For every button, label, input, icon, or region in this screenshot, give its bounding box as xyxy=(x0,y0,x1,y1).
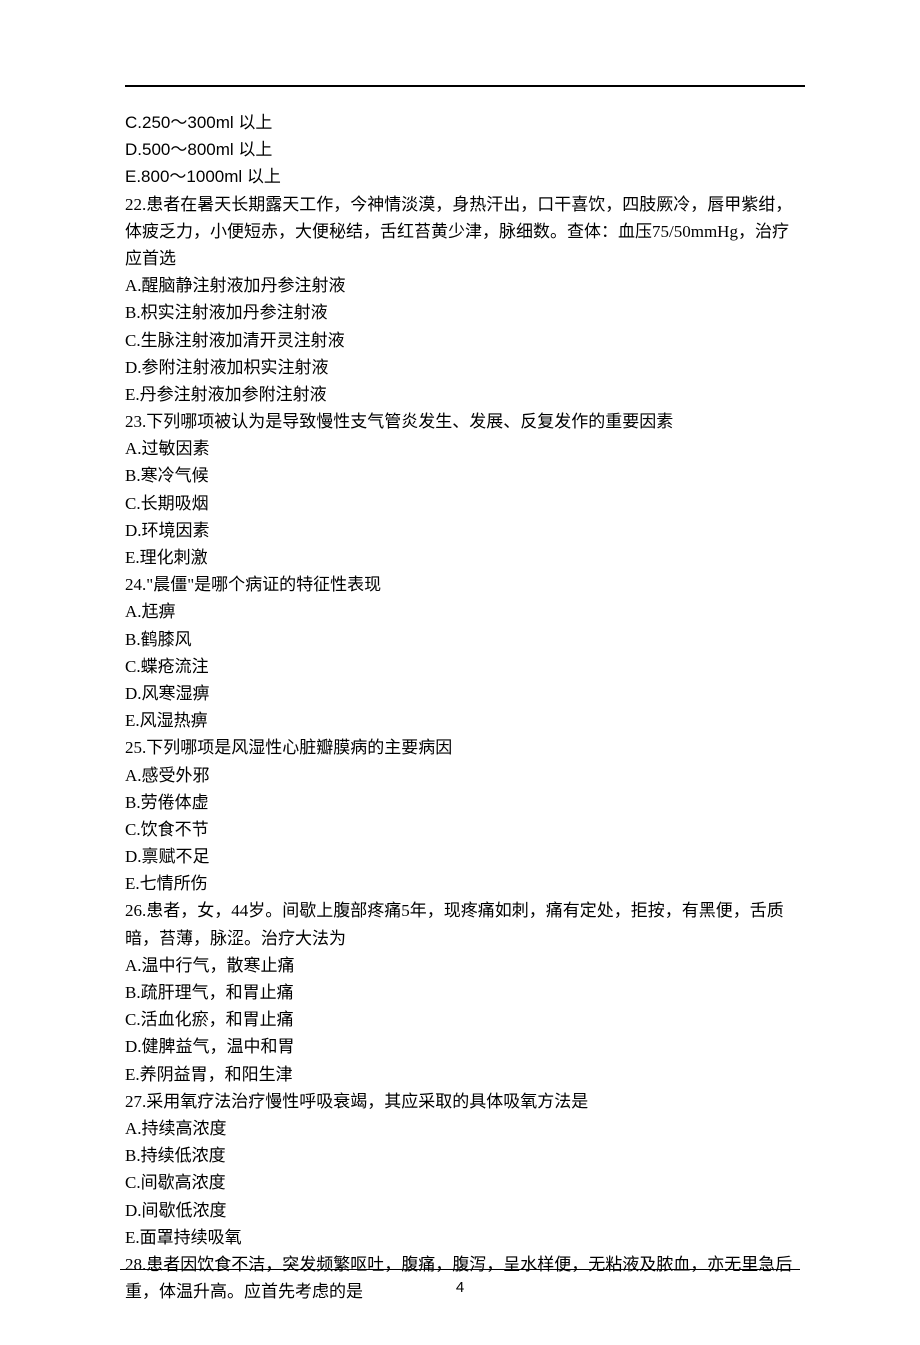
option-line: C.长期吸烟 xyxy=(125,490,805,517)
option-line: D.500～800ml 以上 xyxy=(125,136,805,163)
option-line: E.养阴益胃，和阳生津 xyxy=(125,1061,805,1088)
option-line: B.持续低浓度 xyxy=(125,1142,805,1169)
option-line: C.蝶疮流注 xyxy=(125,653,805,680)
question-stem: 22.患者在暑天长期露天工作，今神情淡漠，身热汗出，口干喜饮，四肢厥冷，唇甲紫绀… xyxy=(125,191,805,273)
question-stem: 27.采用氧疗法治疗慢性呼吸衰竭，其应采取的具体吸氧方法是 xyxy=(125,1088,805,1115)
option-line: A.醒脑静注射液加丹参注射液 xyxy=(125,272,805,299)
option-line: E.理化刺激 xyxy=(125,544,805,571)
option-line: E.丹参注射液加参附注射液 xyxy=(125,381,805,408)
option-line: B.疏肝理气，和胃止痛 xyxy=(125,979,805,1006)
option-line: A.温中行气，散寒止痛 xyxy=(125,952,805,979)
option-line: D.间歇低浓度 xyxy=(125,1197,805,1224)
content-block: C.250～300ml 以上 D.500～800ml 以上 E.800～1000… xyxy=(125,109,805,1305)
option-line: D.禀赋不足 xyxy=(125,843,805,870)
option-line: A.感受外邪 xyxy=(125,762,805,789)
question-stem: 26.患者，女，44岁。间歇上腹部疼痛5年，现疼痛如刺，痛有定处，拒按，有黑便，… xyxy=(125,897,805,951)
option-line: C.250～300ml 以上 xyxy=(125,109,805,136)
top-horizontal-rule xyxy=(125,85,805,87)
option-line: C.饮食不节 xyxy=(125,816,805,843)
option-line: B.鹤膝风 xyxy=(125,626,805,653)
page-footer: 4 xyxy=(0,1269,920,1300)
option-line: E.面罩持续吸氧 xyxy=(125,1224,805,1251)
option-label: E.800～1000ml 以上 xyxy=(125,167,281,186)
option-line: B.枳实注射液加丹参注射液 xyxy=(125,299,805,326)
page-container: C.250～300ml 以上 D.500～800ml 以上 E.800～1000… xyxy=(0,0,920,1345)
option-line: A.尪痹 xyxy=(125,598,805,625)
bottom-horizontal-rule xyxy=(120,1269,800,1270)
option-line: A.持续高浓度 xyxy=(125,1115,805,1142)
option-label: C.250～300ml 以上 xyxy=(125,113,272,132)
question-stem: 24."晨僵"是哪个病证的特征性表现 xyxy=(125,571,805,598)
option-line: D.健脾益气，温中和胃 xyxy=(125,1033,805,1060)
option-line: E.七情所伤 xyxy=(125,870,805,897)
option-line: B.寒冷气候 xyxy=(125,462,805,489)
option-line: A.过敏因素 xyxy=(125,435,805,462)
page-number: 4 xyxy=(0,1276,920,1300)
option-line: C.生脉注射液加清开灵注射液 xyxy=(125,327,805,354)
option-line: E.800～1000ml 以上 xyxy=(125,163,805,190)
option-line: C.间歇高浓度 xyxy=(125,1169,805,1196)
option-label: D.500～800ml 以上 xyxy=(125,140,272,159)
question-stem: 25.下列哪项是风湿性心脏瓣膜病的主要病因 xyxy=(125,734,805,761)
option-line: D.参附注射液加枳实注射液 xyxy=(125,354,805,381)
option-line: D.环境因素 xyxy=(125,517,805,544)
option-line: C.活血化瘀，和胃止痛 xyxy=(125,1006,805,1033)
option-line: D.风寒湿痹 xyxy=(125,680,805,707)
question-stem: 23.下列哪项被认为是导致慢性支气管炎发生、发展、反复发作的重要因素 xyxy=(125,408,805,435)
option-line: B.劳倦体虚 xyxy=(125,789,805,816)
option-line: E.风湿热痹 xyxy=(125,707,805,734)
